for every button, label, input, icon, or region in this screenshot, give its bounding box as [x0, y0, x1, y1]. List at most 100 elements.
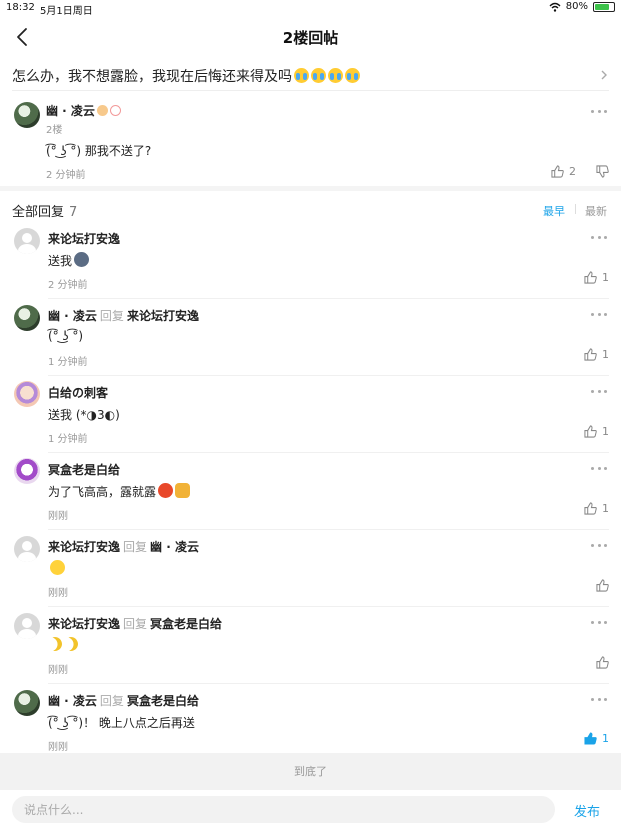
reply-text: 送我 (*◑3◐) [48, 408, 120, 422]
avatar[interactable] [14, 228, 40, 254]
sort-latest-tab[interactable]: 最新 [585, 203, 607, 219]
like-count: 1 [602, 732, 609, 745]
thumbs-up-icon [584, 348, 597, 361]
avatar[interactable] [14, 458, 40, 484]
angry-emoji-icon [158, 483, 174, 498]
reply-time: 刚刚 [48, 511, 68, 522]
reply-author[interactable]: 幽 · 凌云 [48, 309, 97, 323]
crying-emoji-icon [311, 68, 326, 83]
avatar[interactable] [14, 536, 40, 562]
reply-author-line: 冥盒老是白给 [48, 461, 120, 478]
status-date: 5月1日周日 [40, 6, 93, 17]
reply-author[interactable]: 冥盒老是白给 [48, 463, 120, 477]
chevron-right-icon [601, 70, 607, 80]
moon-emoji-icon [61, 634, 80, 653]
more-options-icon[interactable] [591, 694, 607, 704]
avatar[interactable] [14, 305, 40, 331]
publish-button[interactable]: 发布 [574, 801, 600, 820]
reply-time: 刚刚 [48, 588, 68, 599]
section-divider [0, 186, 621, 191]
reply-target[interactable]: 冥盒老是白给 [127, 694, 199, 708]
avatar[interactable] [14, 613, 40, 639]
thumbs-up-icon [596, 656, 609, 669]
more-options-icon[interactable] [591, 617, 607, 627]
avatar[interactable] [14, 102, 40, 128]
reply-text: 为了飞高高，露就露 [48, 483, 191, 500]
comment-input[interactable] [12, 796, 555, 823]
replies-title: 全部回复 7 [12, 205, 78, 220]
reply-text [48, 637, 80, 652]
battery-percent: 80% [565, 1, 588, 12]
divider [12, 90, 609, 91]
reply-item: 幽 · 凌云 回复 冥盒老是白给 (͡° ͜ʖ ͡°)！ 晚上八点之后再送 刚刚 1 [0, 684, 621, 753]
reply-text: (͡° ͜ʖ ͡°) [48, 329, 84, 343]
reply-author-line: 幽 · 凌云 回复 冥盒老是白给 [48, 692, 199, 709]
like-button[interactable]: 2 [551, 165, 576, 178]
avatar[interactable] [14, 381, 40, 407]
sort-divider [575, 204, 576, 214]
reply-word: 回复 [123, 617, 148, 631]
floor-post-text: (͡° ͜ʖ ͡°) 那我不送了? [46, 144, 152, 158]
more-options-icon[interactable] [591, 540, 607, 550]
battery-icon [593, 1, 615, 12]
thumbs-up-icon [584, 502, 597, 515]
like-button[interactable]: 1 [584, 271, 609, 284]
like-button[interactable] [596, 656, 609, 669]
fist-emoji-icon [175, 483, 191, 498]
reply-target[interactable]: 幽 · 凌云 [150, 540, 199, 554]
reply-word: 回复 [123, 540, 148, 554]
like-count: 1 [602, 348, 609, 361]
floor-post: 幽 · 凌云 2楼 (͡° ͜ʖ ͡°) 那我不送了? 2 分钟前 2 [0, 92, 621, 186]
reply-author-line: 来论坛打安逸 回复幽 · 凌云 [48, 538, 199, 555]
thread-title-link[interactable]: 怎么办，我不想露脸，我现在后悔还来得及吗 [0, 60, 621, 90]
floor-post-time: 2 分钟前 [46, 170, 86, 181]
reply-time: 1 分钟前 [48, 357, 88, 368]
reply-item: 来论坛打安逸 回复 冥盒老是白给 刚刚 [0, 607, 621, 684]
reply-time: 刚刚 [48, 742, 68, 753]
like-button[interactable]: 1 [584, 348, 609, 361]
end-of-list: 到底了 [0, 753, 621, 790]
more-options-icon[interactable] [591, 463, 607, 473]
reply-time: 1 分钟前 [48, 434, 88, 445]
reply-time: 刚刚 [48, 665, 68, 676]
like-button[interactable] [596, 579, 609, 592]
status-bar: 18:32 5月1日周日 80% [0, 0, 621, 17]
reply-item: 冥盒老是白给 为了飞高高，露就露 刚刚 1 [0, 453, 621, 530]
crying-emoji-icon [328, 68, 343, 83]
more-options-icon[interactable] [591, 106, 607, 116]
thumbs-up-filled-icon [584, 732, 597, 745]
reply-author[interactable]: 幽 · 凌云 [48, 694, 97, 708]
floor-number: 2楼 [46, 125, 63, 136]
thumbs-down-icon[interactable] [596, 165, 609, 178]
reply-item: 来论坛打安逸 回复幽 · 凌云 刚刚 [0, 530, 621, 607]
like-count: 1 [602, 425, 609, 438]
reply-author-line: 幽 · 凌云 回复 来论坛打安逸 [48, 307, 199, 324]
reply-target[interactable]: 冥盒老是白给 [150, 617, 222, 631]
reply-target[interactable]: 来论坛打安逸 [127, 309, 199, 323]
reply-author[interactable]: 来论坛打安逸 [48, 540, 120, 554]
crying-emoji-icon [345, 68, 360, 83]
replies-header: 全部回复 7 最早 最新 [0, 198, 621, 220]
nav-bar: 2楼回帖 [0, 16, 621, 58]
medal-badge-icon [109, 105, 121, 116]
floor-author[interactable]: 幽 · 凌云 [46, 102, 121, 119]
avatar[interactable] [14, 690, 40, 716]
like-button-active[interactable]: 1 [584, 732, 609, 745]
thread-title-text: 怎么办，我不想露脸，我现在后悔还来得及吗 [12, 66, 360, 86]
reply-text: (͡° ͜ʖ ͡°)！ 晚上八点之后再送 [48, 716, 195, 730]
like-count: 1 [602, 271, 609, 284]
wifi-icon [549, 2, 561, 12]
more-options-icon[interactable] [591, 309, 607, 319]
more-options-icon[interactable] [591, 232, 607, 242]
reply-time: 2 分钟前 [48, 280, 88, 291]
more-options-icon[interactable] [591, 386, 607, 396]
reply-author[interactable]: 来论坛打安逸 [48, 617, 120, 631]
reply-word: 回复 [99, 694, 124, 708]
reply-text [48, 560, 65, 576]
emoji-icon [74, 252, 90, 267]
reply-author[interactable]: 来论坛打安逸 [48, 232, 120, 246]
like-button[interactable]: 1 [584, 502, 609, 515]
reply-author[interactable]: 白给の刺客 [48, 386, 108, 400]
sort-earliest-tab[interactable]: 最早 [543, 203, 565, 219]
like-button[interactable]: 1 [584, 425, 609, 438]
